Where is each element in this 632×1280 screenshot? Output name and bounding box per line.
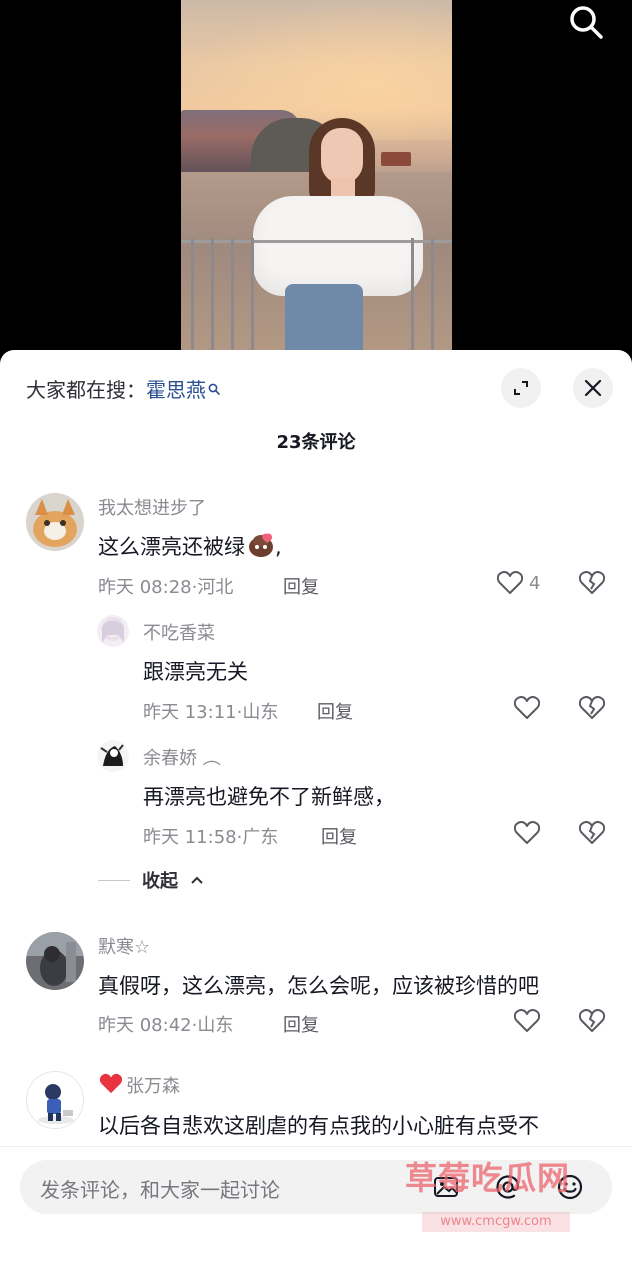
heart-icon: [98, 1073, 124, 1100]
comment-text-body: 这么漂亮还被绿: [98, 535, 245, 559]
reply-button[interactable]: 回复: [317, 698, 353, 724]
comment-location: 河北: [197, 577, 234, 598]
avatar[interactable]: [26, 493, 84, 551]
reply-button[interactable]: 回复: [321, 823, 357, 849]
reply-button[interactable]: 回复: [283, 573, 319, 599]
comment-username[interactable]: 余春娇 ︵: [143, 744, 221, 770]
comment-meta: 昨天 13:11·山东: [143, 698, 278, 724]
emoji-icon[interactable]: [556, 1173, 584, 1205]
trending-keyword-link[interactable]: 霍思燕: [146, 378, 206, 402]
comment-text: 以后各自悲欢这剧虐的有点我的小心脏有点受不: [98, 1114, 539, 1138]
image-icon[interactable]: [432, 1173, 460, 1205]
comment-username[interactable]: 我太想进步了: [98, 494, 206, 520]
video-thumbnail: [181, 0, 452, 360]
dislike-button[interactable]: [578, 696, 606, 724]
comment-meta: 昨天 08:28·河北: [98, 573, 233, 599]
video-player[interactable]: [0, 0, 632, 360]
comment-text: 这么漂亮还被绿,: [98, 531, 282, 563]
comment-input-bar: 发条评论，和大家一起讨论 草莓吃瓜网 www.cmcgw.com: [0, 1146, 632, 1280]
collapse-label: 收起: [142, 871, 178, 892]
emoji-icon: [247, 532, 275, 563]
broken-heart-icon: [578, 821, 606, 844]
comment-text: 跟漂亮无关: [143, 660, 248, 684]
avatar[interactable]: [26, 932, 84, 990]
comment-username[interactable]: 张万森: [98, 1072, 180, 1100]
comment-text: 再漂亮也避免不了新鲜感，: [143, 785, 395, 809]
expand-icon: [514, 381, 528, 395]
dislike-button[interactable]: [578, 1009, 606, 1037]
divider: [98, 879, 130, 881]
comment-time: 昨天 08:42: [98, 1015, 192, 1036]
comment-text: 真假呀，这么漂亮，怎么会呢，应该被珍惜的吧: [98, 974, 539, 998]
comment-sheet: 大家都在搜：霍思燕 23条评论 我太想进步了 这么漂亮还被绿 , 昨天 08:2…: [0, 350, 632, 1280]
close-icon: [584, 379, 602, 397]
comment-location: 山东: [242, 702, 279, 723]
search-icon[interactable]: [566, 2, 606, 42]
comments-count: 23条评论: [276, 432, 356, 453]
comment-time: 昨天 11:58: [143, 827, 237, 848]
heart-icon: [514, 821, 540, 844]
like-button[interactable]: 4: [497, 571, 540, 595]
comment-username[interactable]: 不吃香菜: [143, 619, 215, 645]
avatar[interactable]: [97, 740, 129, 772]
like-count: 4: [529, 572, 541, 594]
like-button[interactable]: [514, 821, 540, 845]
heart-icon: [497, 571, 523, 594]
heart-icon: [514, 696, 540, 719]
avatar[interactable]: [26, 1071, 84, 1129]
expand-button[interactable]: [501, 368, 541, 408]
collapse-replies-button[interactable]: 收起: [98, 867, 204, 893]
close-button[interactable]: [573, 368, 613, 408]
comment-meta: 昨天 11:58·广东: [143, 823, 278, 849]
comment-input-placeholder: 发条评论，和大家一起讨论: [40, 1178, 280, 1202]
reply-button[interactable]: 回复: [283, 1011, 319, 1037]
like-button[interactable]: [514, 696, 540, 720]
broken-heart-icon: [578, 696, 606, 719]
watermark-url: www.cmcgw.com: [422, 1212, 570, 1232]
trending-label: 大家都在搜：: [26, 378, 146, 402]
comment-username[interactable]: 默寒☆: [98, 933, 150, 959]
broken-heart-icon: [578, 571, 606, 594]
comment-location: 山东: [197, 1015, 234, 1036]
comment-location: 广东: [242, 827, 279, 848]
like-button[interactable]: [514, 1009, 540, 1033]
broken-heart-icon: [578, 1009, 606, 1032]
comment-time: 昨天 08:28: [98, 577, 192, 598]
comment-input[interactable]: 发条评论，和大家一起讨论: [20, 1160, 612, 1214]
avatar[interactable]: [97, 615, 129, 647]
trending-search: 大家都在搜：霍思燕: [26, 374, 220, 403]
comment-username-text: 张万森: [126, 1076, 180, 1097]
search-icon: [208, 376, 220, 400]
comment-time: 昨天 13:11: [143, 702, 237, 723]
mention-icon[interactable]: [494, 1173, 522, 1205]
comment-punctuation: ,: [275, 535, 282, 559]
dislike-button[interactable]: [578, 571, 606, 599]
chevron-up-icon: [191, 876, 203, 884]
comment-meta: 昨天 08:42·山东: [98, 1011, 233, 1037]
heart-icon: [514, 1009, 540, 1032]
dislike-button[interactable]: [578, 821, 606, 849]
